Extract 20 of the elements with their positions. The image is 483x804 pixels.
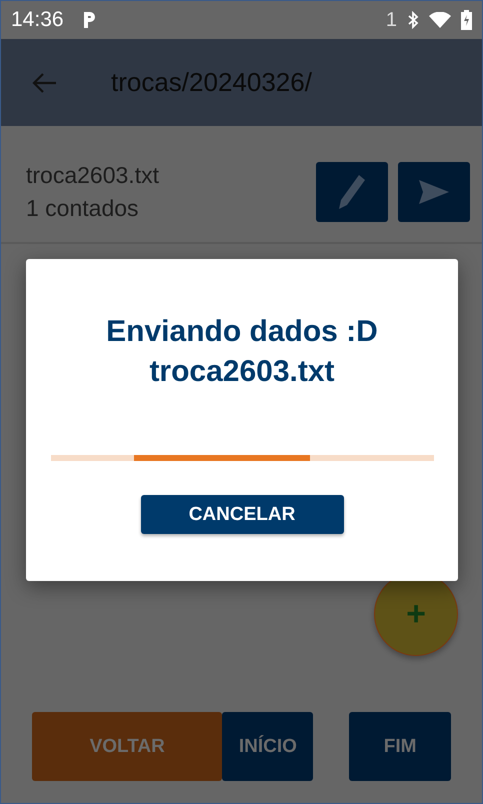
send-button[interactable] xyxy=(398,162,470,222)
file-count: 1 contados xyxy=(26,195,140,222)
back-arrow-icon[interactable] xyxy=(31,72,57,94)
battery-icon xyxy=(461,10,472,30)
pencil-icon xyxy=(337,173,367,211)
nav-button[interactable]: FIM xyxy=(349,712,451,781)
dialog-title: Enviando dados :D xyxy=(106,315,378,349)
dialog-file-name: troca2603.txt xyxy=(149,355,335,389)
edit-button[interactable] xyxy=(316,162,388,222)
file-name: troca2603.txt xyxy=(26,162,160,189)
cancel-button[interactable]: CANCELAR xyxy=(140,495,344,534)
bluetooth-icon xyxy=(407,11,419,29)
app-bar-title: trocas/20240326/ xyxy=(111,67,312,98)
notification-count: 1 xyxy=(386,8,397,32)
parking-icon xyxy=(82,11,96,29)
back-button[interactable]: VOLTAR xyxy=(32,712,222,781)
status-time: 14:36 xyxy=(11,8,64,32)
send-icon xyxy=(418,178,450,206)
nav-button[interactable]: INÍCIO xyxy=(222,712,314,781)
wifi-icon xyxy=(429,12,451,28)
